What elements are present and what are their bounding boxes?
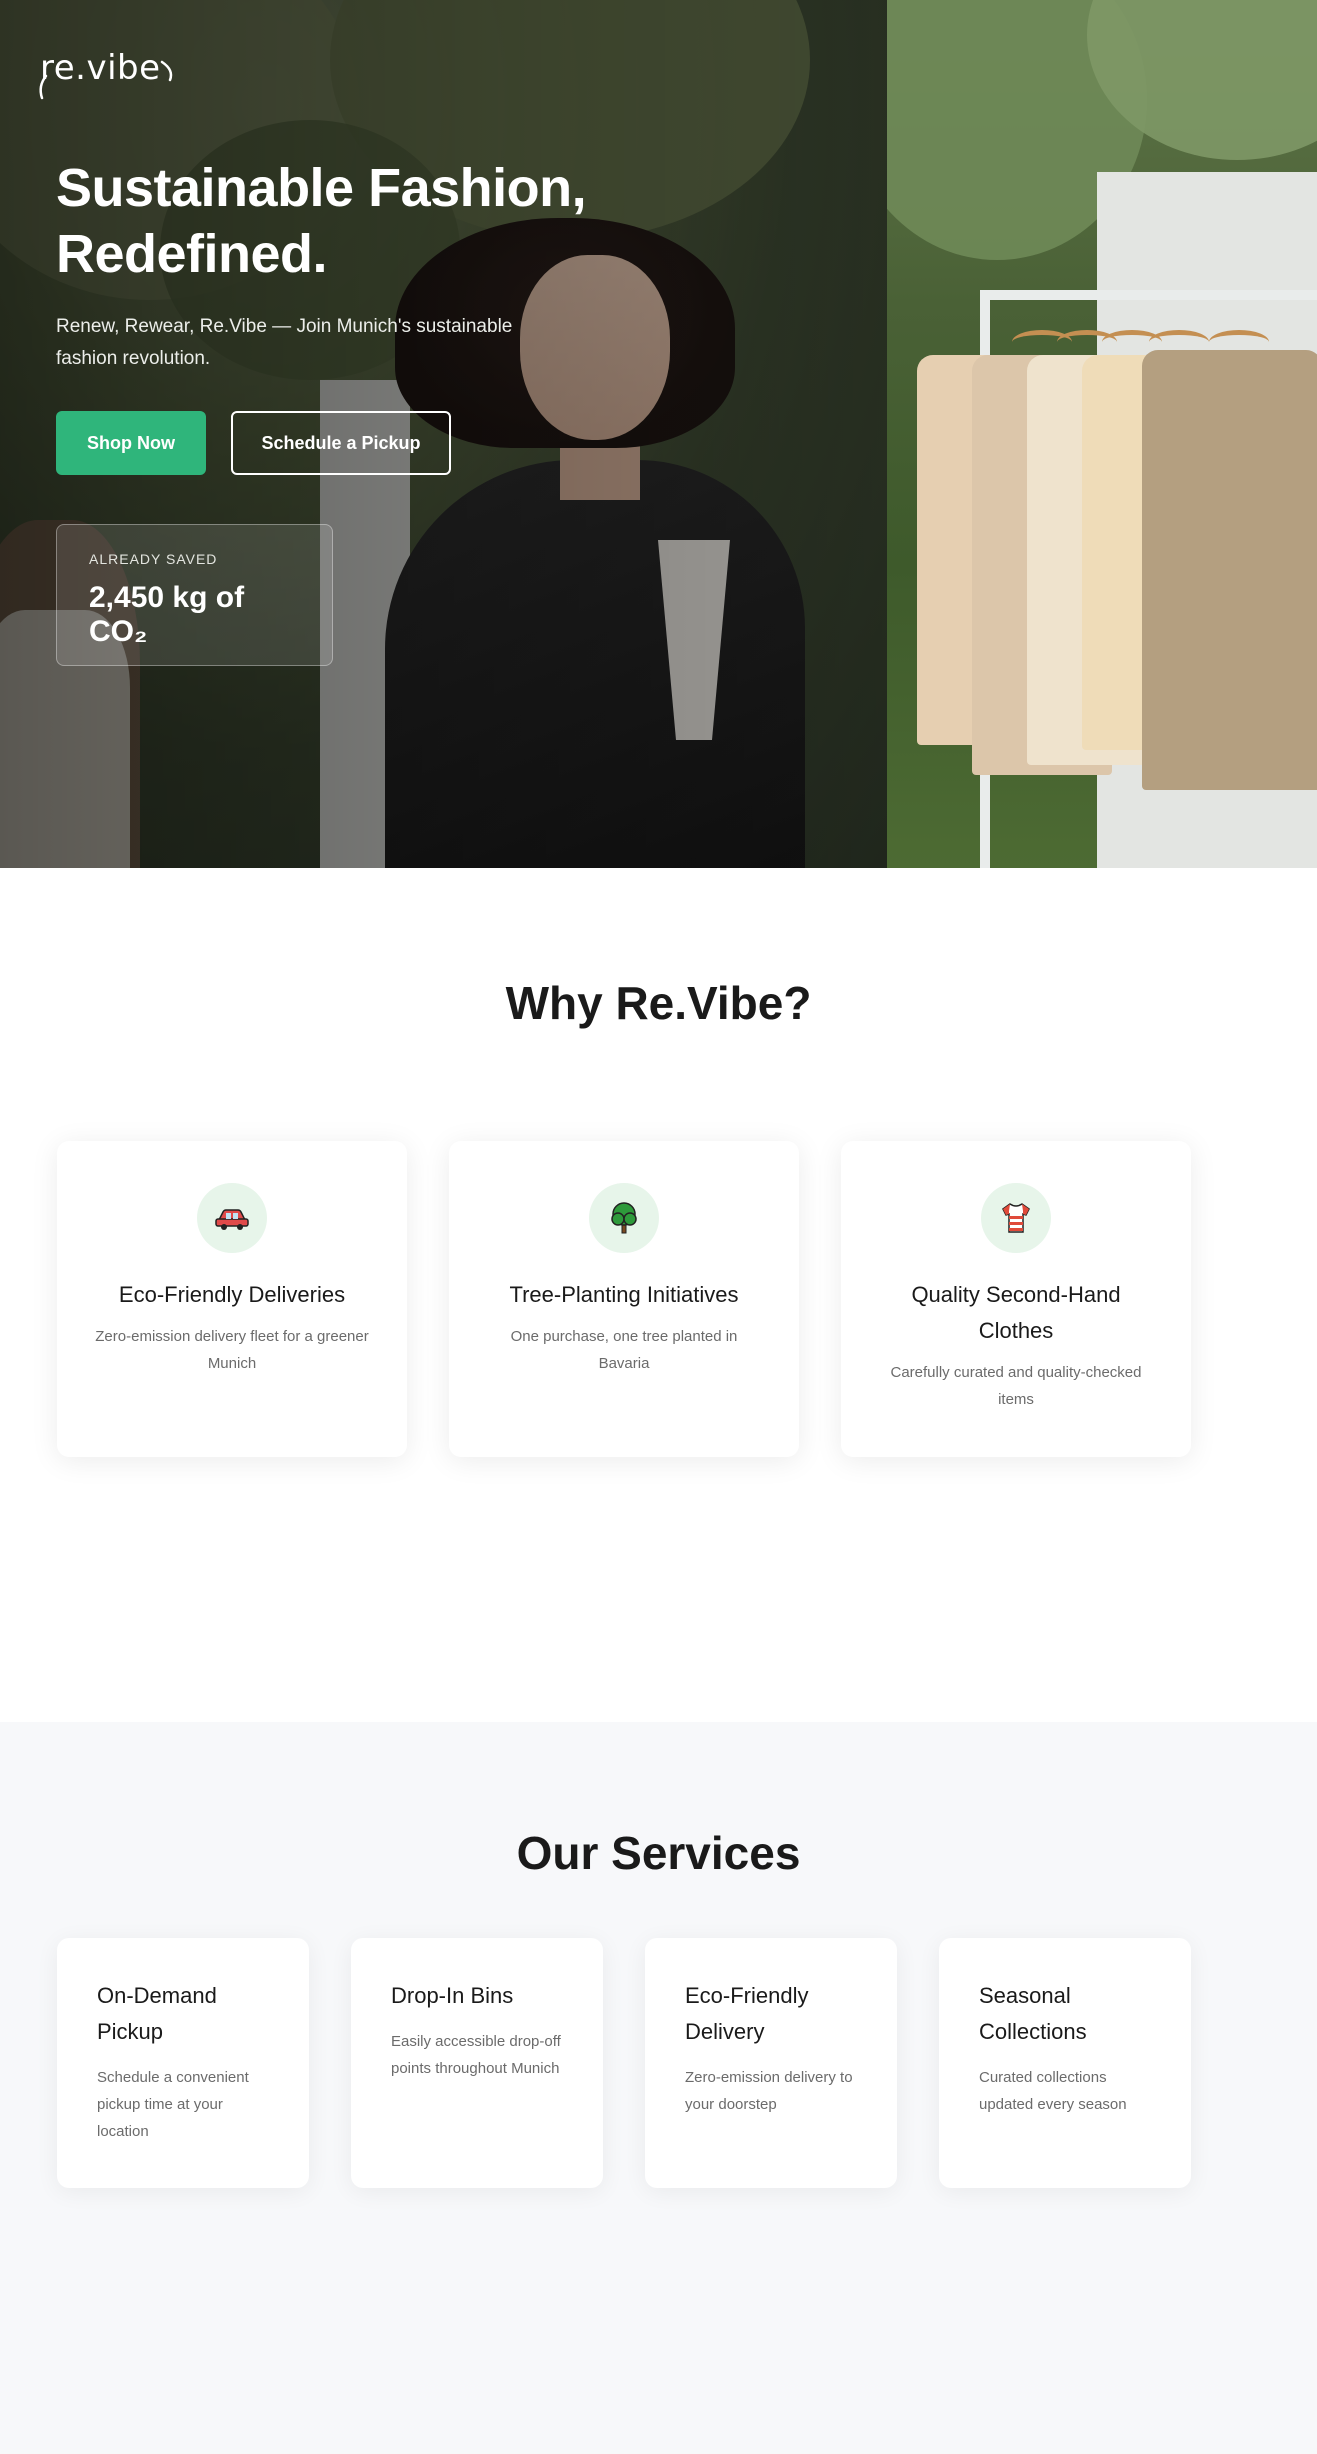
why-card-trees: Tree-Planting Initiatives One purchase, … — [449, 1141, 799, 1457]
service-card-seasonal[interactable]: Seasonal Collections Curated collections… — [939, 1938, 1191, 2188]
why-title: Why Re.Vibe? — [505, 977, 812, 1029]
service-text: Zero-emission delivery to your doorstep — [685, 2069, 853, 2113]
service-title: Eco-Friendly Delivery — [685, 1983, 809, 2044]
why-card-deliveries: Eco-Friendly Deliveries Zero-emission de… — [57, 1141, 407, 1457]
stat-label: Already Saved — [89, 551, 218, 567]
tree-icon — [589, 1183, 659, 1253]
service-title: On-Demand Pickup — [97, 1983, 217, 2044]
services-title: Our Services — [516, 1827, 801, 1879]
why-card-title: Quality Second-Hand Clothes — [911, 1282, 1121, 1343]
service-card-delivery[interactable]: Eco-Friendly Delivery Zero-emission deli… — [645, 1938, 897, 2188]
service-title: Drop-In Bins — [391, 1983, 514, 2008]
shirt-icon — [981, 1183, 1051, 1253]
stat-value: 2,450 kg of CO₂ — [89, 581, 245, 648]
service-text: Schedule a convenient pickup time at you… — [97, 2069, 249, 2140]
why-card-title: Tree-Planting Initiatives — [509, 1282, 739, 1307]
car-icon — [197, 1183, 267, 1253]
hero-title-line2: Redefined. — [56, 224, 328, 284]
service-text: Curated collections updated every season — [979, 2069, 1127, 2113]
site-logo[interactable]: re.vibe — [39, 48, 173, 100]
why-card-clothes: Quality Second-Hand Clothes Carefully cu… — [841, 1141, 1191, 1457]
services-section: Our Services On-Demand Pickup Schedule a… — [0, 1722, 1317, 2454]
why-card-title: Eco-Friendly Deliveries — [118, 1282, 346, 1307]
why-section: Why Re.Vibe? Eco-Friendly Deliveries Zer… — [0, 868, 1317, 1722]
service-text: Easily accessible drop-off points throug… — [391, 2033, 561, 2077]
shop-now-button[interactable]: Shop Now — [56, 411, 206, 475]
why-card-text: Carefully curated and quality-checked it… — [890, 1364, 1142, 1408]
co2-saved-card: Already Saved 2,450 kg of CO₂ — [56, 524, 333, 666]
hero-subtitle: Renew, Rewear, Re.Vibe — Join Munich's s… — [56, 316, 513, 369]
hero-content: Sustainable Fashion, Redefined. Renew, R… — [56, 155, 656, 666]
hero-actions: Shop Now Schedule a Pickup — [56, 411, 656, 475]
service-title: Seasonal Collections — [979, 1983, 1087, 2044]
schedule-pickup-button[interactable]: Schedule a Pickup — [231, 411, 451, 475]
why-card-text: Zero-emission delivery fleet for a green… — [95, 1328, 369, 1372]
hero-title: Sustainable Fashion, Redefined. — [56, 155, 656, 287]
logo-arc-icon — [39, 60, 173, 100]
hero-title-line1: Sustainable Fashion, — [56, 158, 587, 218]
why-card-text: One purchase, one tree planted in Bavari… — [510, 1328, 738, 1372]
hero-section: re.vibe Sustainable Fashion, Redefined. … — [0, 0, 1317, 868]
service-card-pickup[interactable]: On-Demand Pickup Schedule a convenient p… — [57, 1938, 309, 2188]
service-card-bins[interactable]: Drop-In Bins Easily accessible drop-off … — [351, 1938, 603, 2188]
hero-photo-clothes-rack — [887, 0, 1317, 868]
